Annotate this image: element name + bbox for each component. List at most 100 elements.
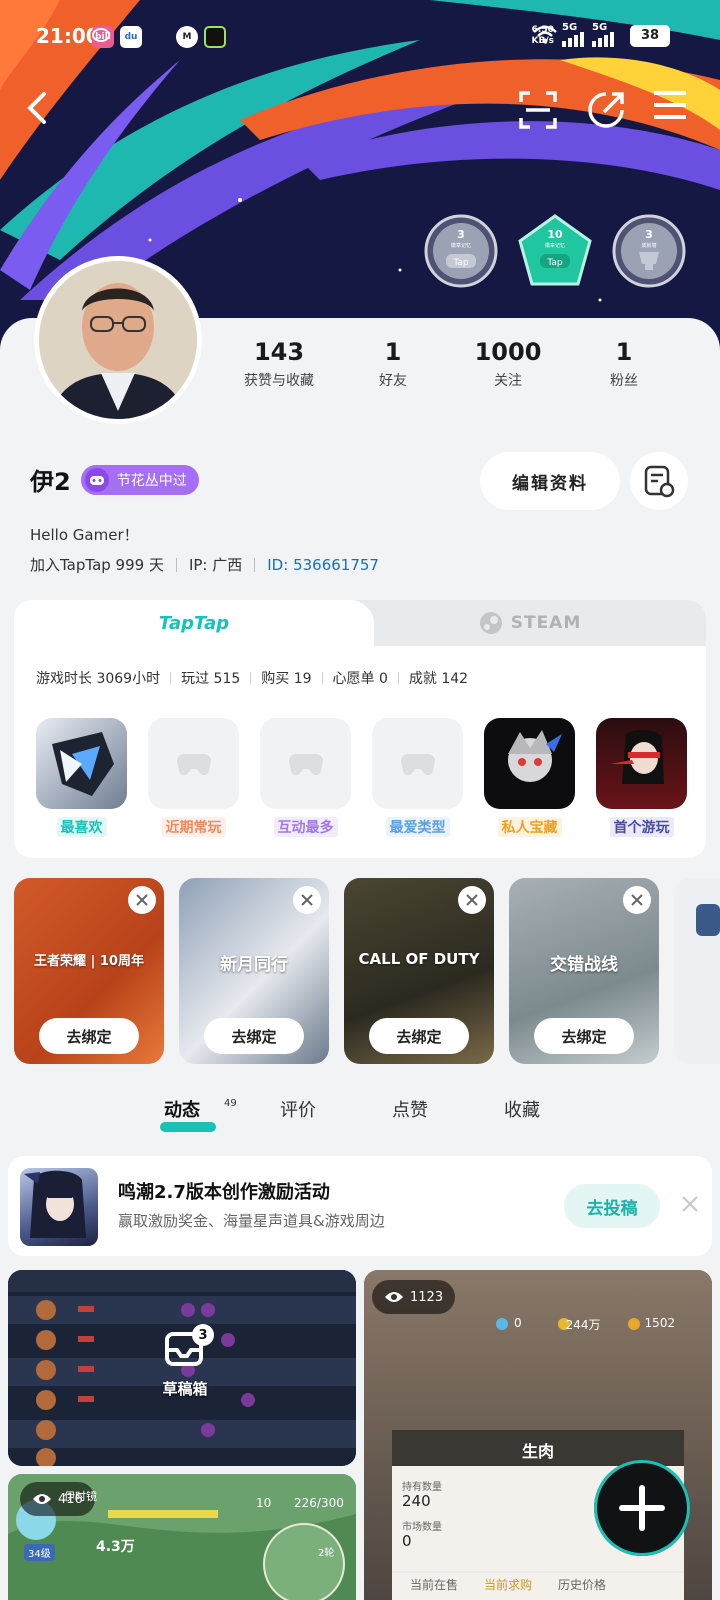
content-tabs: 动态 评价 点赞 收藏 <box>0 1096 720 1136</box>
signal-icon: 5G <box>562 22 584 47</box>
bind-button[interactable]: 去绑定 <box>204 1018 304 1054</box>
create-post-button[interactable] <box>594 1460 690 1556</box>
stats-row: 143 获赞与收藏 1 好友 1000 关注 1 粉丝 <box>222 338 682 390</box>
game-stats-line: 游戏时长 3069小时 玩过 515 购买 19 心愿单 0 成就 142 <box>36 671 469 687</box>
top-nav <box>0 90 720 140</box>
plus-icon <box>619 1485 665 1531</box>
bind-card[interactable]: 交错战线 去绑定 <box>509 878 659 1064</box>
view-count: 1123 <box>372 1280 456 1314</box>
stat-friends[interactable]: 1 好友 <box>336 338 450 390</box>
active-tab-indicator <box>160 1122 216 1132</box>
game-label: 最爱类型 <box>385 817 450 837</box>
game-treasure[interactable]: 私人宝藏 <box>484 718 575 837</box>
submit-button[interactable]: 去投稿 <box>564 1184 660 1228</box>
platform-tabs: STEAM TapTap <box>14 600 706 646</box>
share-icon[interactable] <box>586 90 630 134</box>
menu-icon[interactable] <box>652 90 696 134</box>
divider <box>175 557 177 572</box>
divider <box>254 557 256 572</box>
promo-title: 鸣潮2.7版本创作激励活动 <box>118 1182 330 1203</box>
profile-meta: 加入TapTap 999 天 IP: 广西 ID: 536661757 <box>30 554 379 575</box>
game-recent[interactable]: 近期常玩 <box>148 718 239 837</box>
game-thumbnail <box>36 718 127 809</box>
name-row: 伊2 节花丛中过 <box>30 462 199 497</box>
status-right: 6.50 KB/s 5G 5G 38 <box>532 22 670 47</box>
drafts-button[interactable]: 3 草稿箱 <box>150 1324 220 1399</box>
battery-indicator: 38 <box>630 24 670 47</box>
close-icon[interactable] <box>680 1194 700 1218</box>
user-id[interactable]: ID: 536661757 <box>267 556 379 574</box>
bind-card-row: 王者荣耀 | 10周年 去绑定 新月同行 去绑定 CALL OF DUTY 去绑… <box>14 878 720 1066</box>
avatar-image <box>39 261 197 419</box>
game-type[interactable]: 最爱类型 <box>372 718 463 837</box>
close-icon[interactable] <box>293 886 321 914</box>
promo-banner[interactable]: 鸣潮2.7版本创作激励活动 赢取激励奖金、海量星声道具&游戏周边 去投稿 <box>8 1156 712 1256</box>
status-time: 21:00 <box>36 24 100 48</box>
market-tabs: 当前在售 当前求购 历史价格 <box>410 1578 607 1592</box>
tab-reviews[interactable]: 评价 <box>280 1096 316 1122</box>
panel-title: 生肉 <box>521 1442 554 1461</box>
username: 伊2 <box>30 468 71 496</box>
stat-followers[interactable]: 1 粉丝 <box>566 338 682 390</box>
bind-button[interactable]: 去绑定 <box>39 1018 139 1054</box>
tap-badge-icon[interactable]: Tap 10 徽章记忆 <box>518 214 592 288</box>
eye-icon <box>33 1494 51 1504</box>
avatar[interactable] <box>34 256 202 424</box>
promo-subtitle: 赢取激励奖金、海量星声道具&游戏周边 <box>118 1212 385 1230</box>
game-label: 私人宝藏 <box>497 817 562 837</box>
feed-item[interactable]: 416 伊时镜 34级 4.3万 10 226/300 2轮 <box>8 1474 356 1600</box>
drafts-count: 3 <box>192 1324 214 1346</box>
tab-count: 49 <box>224 1098 237 1109</box>
bind-button[interactable]: 去绑定 <box>369 1018 469 1054</box>
tab-posts[interactable]: 动态 <box>164 1096 200 1122</box>
stat-likes[interactable]: 143 获赞与收藏 <box>222 338 336 390</box>
bind-card[interactable]: 新月同行 去绑定 <box>179 878 329 1064</box>
bind-card-partial[interactable] <box>674 878 720 1064</box>
tap-badge-icon[interactable]: Tap 3 徽章记忆 <box>424 214 498 288</box>
profile-settings-icon[interactable] <box>630 452 688 510</box>
status-bar: 21:00 bili du M 6.50 KB/s 5G 5G <box>0 0 720 72</box>
edit-profile-button[interactable]: 编辑资料 <box>480 452 620 510</box>
game-label: 近期常玩 <box>161 817 226 837</box>
game-thumbnail <box>596 718 687 809</box>
signal-icon: 5G <box>592 22 614 47</box>
game-first[interactable]: 首个游玩 <box>596 718 687 837</box>
game-label: 最喜欢 <box>56 817 107 837</box>
tab-likes[interactable]: 点赞 <box>392 1096 428 1122</box>
scan-icon[interactable] <box>518 90 562 134</box>
trophy-icon[interactable]: 3 成就墙 <box>612 214 686 288</box>
promo-image <box>20 1168 98 1246</box>
chevron-left-icon[interactable] <box>24 90 68 134</box>
game-thumbnail <box>696 904 720 936</box>
badge-row: Tap 3 徽章记忆 Tap 10 徽章记忆 3 成就墙 <box>424 214 686 288</box>
steam-icon <box>479 612 502 634</box>
tab-steam[interactable]: STEAM <box>354 600 706 646</box>
stat-following[interactable]: 1000 关注 <box>450 338 566 390</box>
tab-taptap[interactable]: TapTap <box>14 600 374 646</box>
game-interactive[interactable]: 互动最多 <box>260 718 351 837</box>
game-favorite[interactable]: 最喜欢 <box>36 718 127 837</box>
game-stats-card: STEAM TapTap 游戏时长 3069小时 玩过 515 购买 19 心愿… <box>14 600 706 858</box>
eye-icon <box>385 1292 403 1302</box>
app-green-icon <box>204 26 226 48</box>
bio-text: Hello Gamer！ <box>30 526 139 544</box>
gamepad-placeholder-icon <box>260 718 351 809</box>
close-icon[interactable] <box>128 886 156 914</box>
bind-button[interactable]: 去绑定 <box>534 1018 634 1054</box>
maps-icon: M <box>176 26 198 48</box>
gamepad-icon <box>84 467 109 492</box>
du-icon: du <box>120 26 142 48</box>
game-label: 互动最多 <box>273 817 338 837</box>
gamepad-placeholder-icon <box>372 718 463 809</box>
close-icon[interactable] <box>623 886 651 914</box>
ip-location: IP: 广西 <box>188 556 243 574</box>
highlight-games: 最喜欢 近期常玩 互动最多 最爱类型 私人宝藏 首个游玩 <box>36 718 687 837</box>
svg-text:Tap: Tap <box>546 258 563 268</box>
bind-card[interactable]: CALL OF DUTY 去绑定 <box>344 878 494 1064</box>
weibo-icon <box>92 26 170 48</box>
tab-favorites[interactable]: 收藏 <box>504 1096 540 1122</box>
game-label: 首个游玩 <box>609 817 674 837</box>
user-tag[interactable]: 节花丛中过 <box>80 464 199 495</box>
bind-card[interactable]: 王者荣耀 | 10周年 去绑定 <box>14 878 164 1064</box>
close-icon[interactable] <box>458 886 486 914</box>
